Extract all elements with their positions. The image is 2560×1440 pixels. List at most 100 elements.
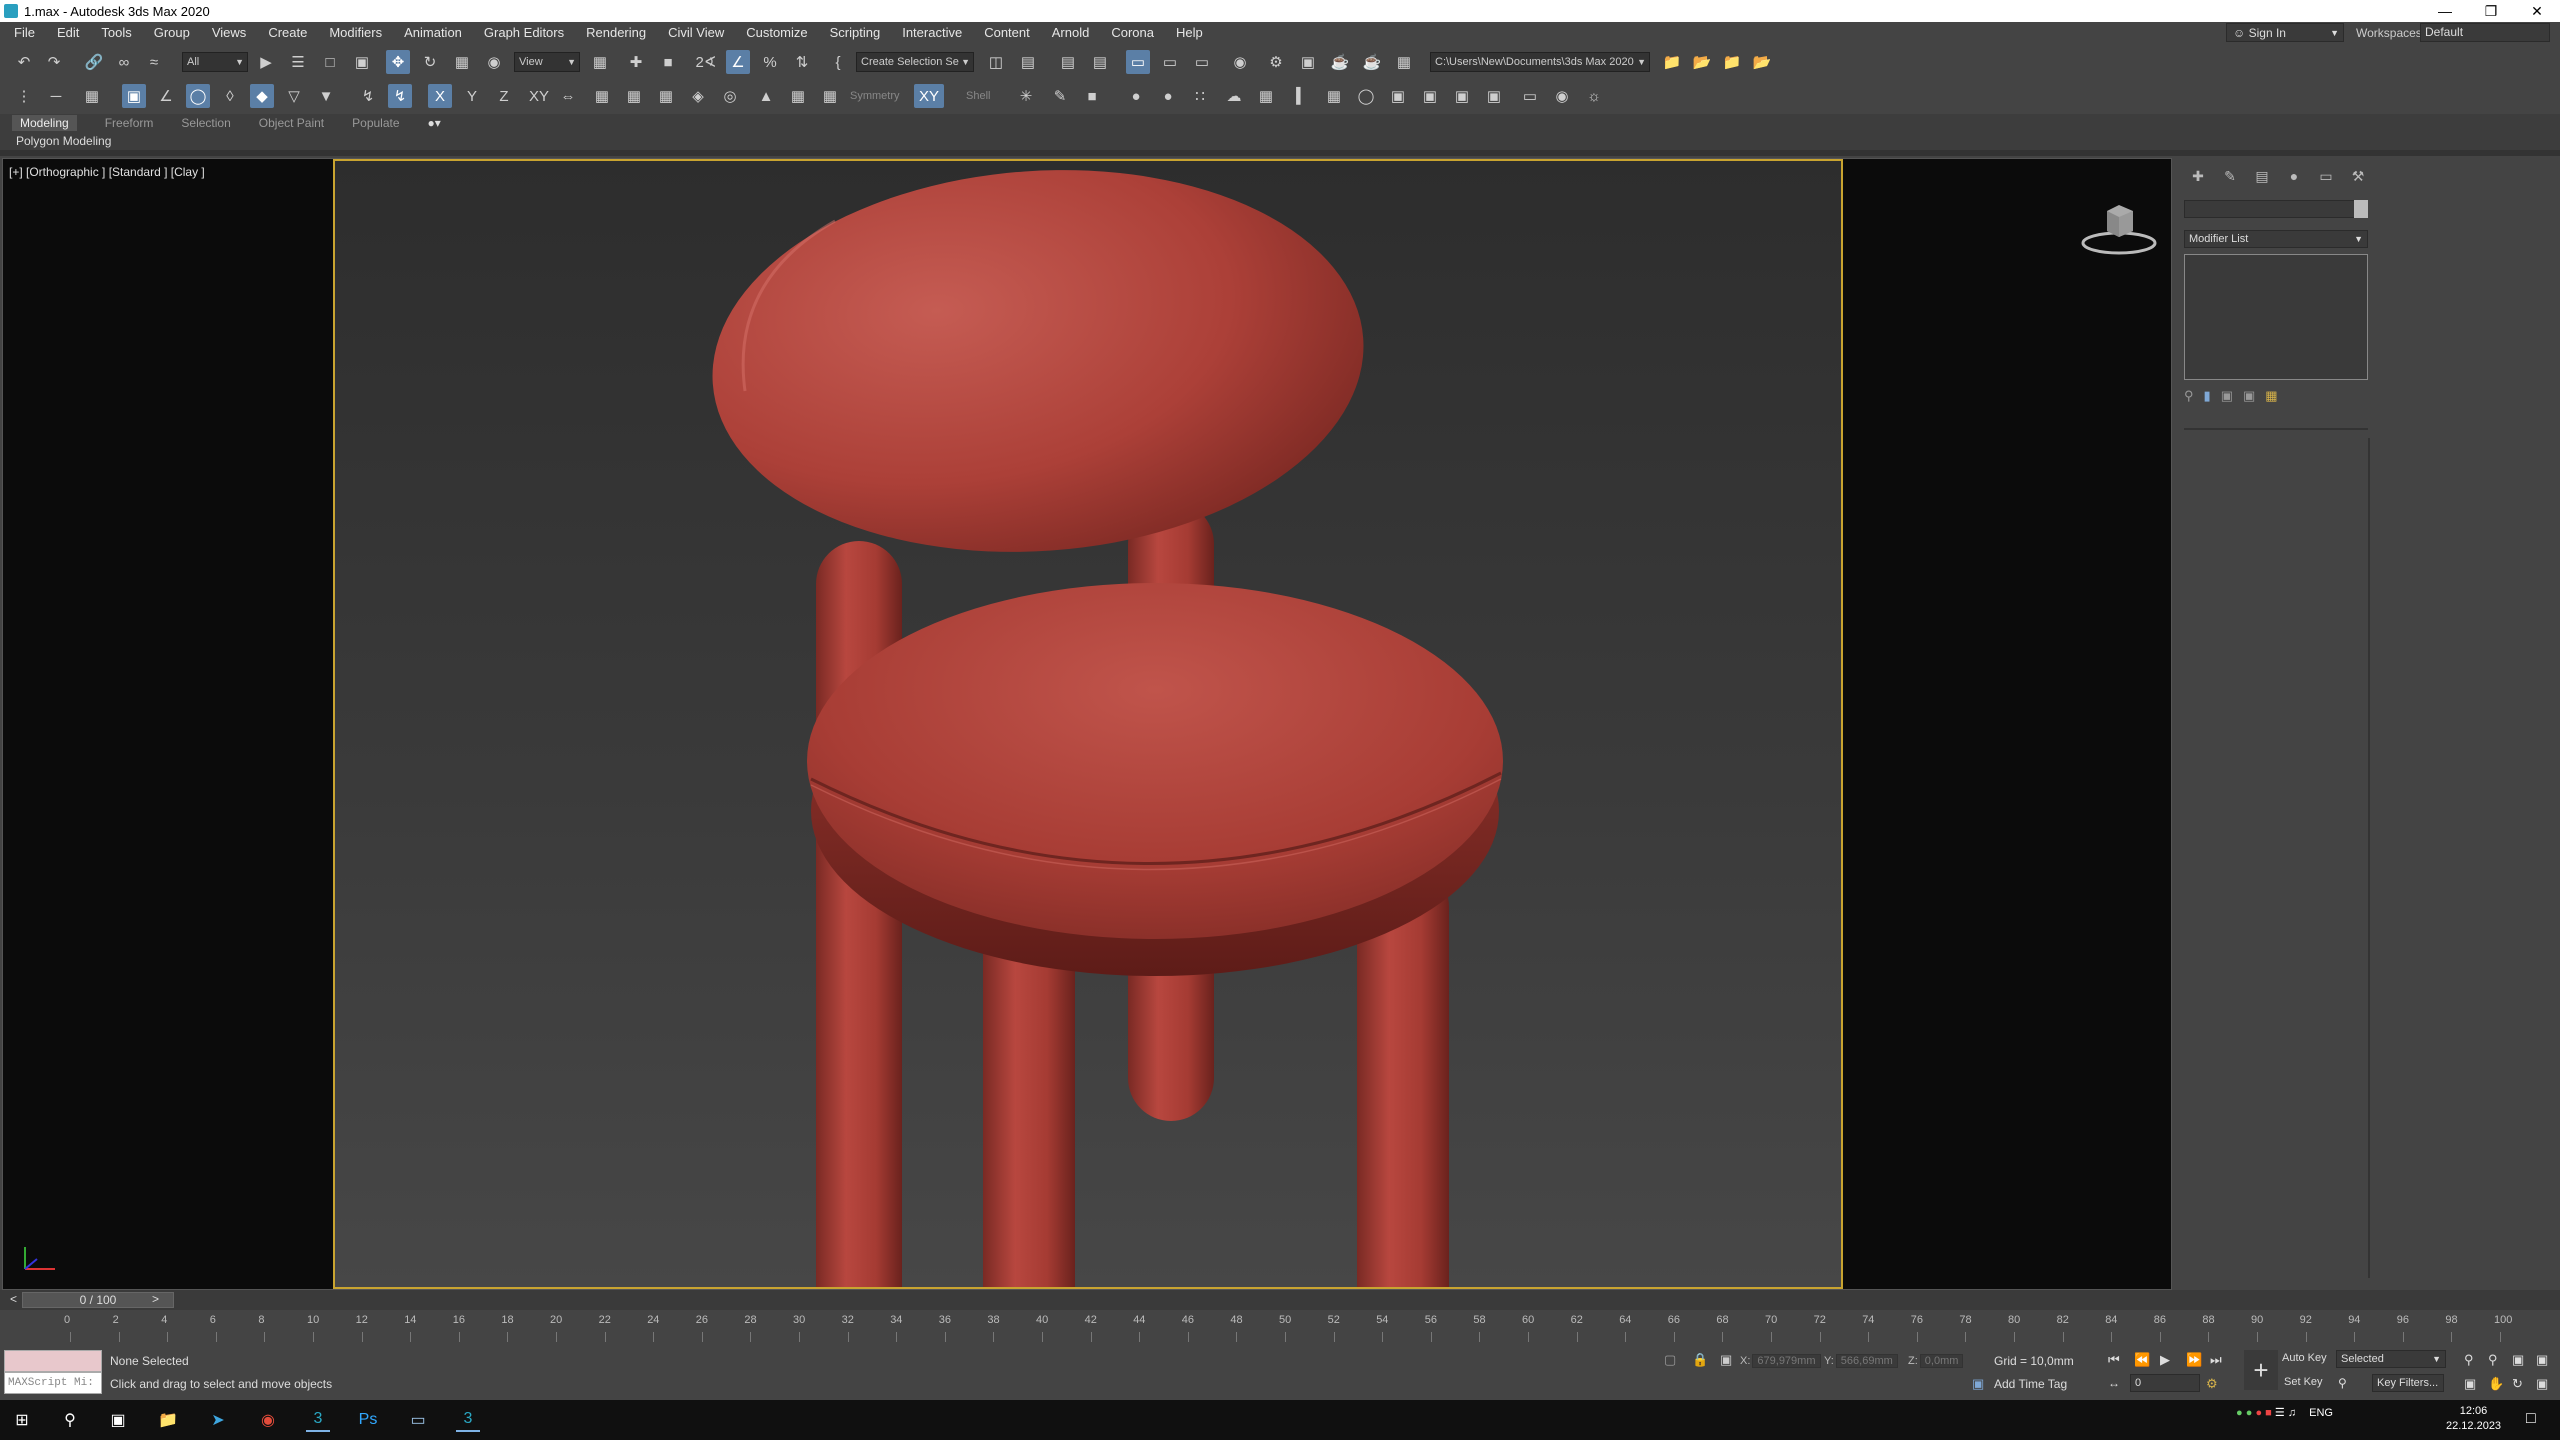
time-tag-icon[interactable]: ▣ [1972,1376,1984,1392]
isolate-icon[interactable]: ▢ [1664,1352,1676,1368]
windows-start-icon[interactable]: ⊞ [10,1408,34,1432]
box-icon[interactable]: ■ [1080,84,1104,108]
window-icon[interactable]: ▭ [406,1408,430,1432]
mesh-smooth-icon[interactable]: ▦ [818,84,842,108]
prev-key-icon[interactable]: ⏪ [2134,1352,2150,1368]
utilities-tab-icon[interactable]: ⚒ [2346,168,2370,188]
3dsmax-taskbar-icon[interactable]: 3 [306,1408,330,1432]
next-key-icon[interactable]: ⏩ [2186,1352,2202,1368]
key-set-dropdown[interactable]: Selected ▼ [2336,1350,2446,1368]
menu-file[interactable]: File [0,22,46,44]
y-value[interactable]: 566,69mm [1835,1354,1898,1368]
chair-model[interactable] [335,161,1841,1287]
time-slider[interactable]: < 0 / 100 > [0,1290,2560,1310]
ribbon-panel-title[interactable]: Polygon Modeling [0,132,2560,150]
select-object-icon[interactable]: ▶ [254,50,278,74]
align-icon[interactable]: ▤ [1016,50,1040,74]
snaps-toggle-icon[interactable]: 2∢ [694,50,718,74]
scale-icon[interactable]: ▦ [450,50,474,74]
bulb-icon[interactable]: ☼ [1582,84,1606,108]
close-button[interactable]: ✕ [2514,0,2560,22]
menu-content[interactable]: Content [973,22,1041,44]
scene-explorer-icon[interactable]: ▤ [1056,50,1080,74]
grip-icon[interactable]: ⋮ [12,84,36,108]
menu-modifiers[interactable]: Modifiers [318,22,393,44]
stack-icon[interactable]: ▣ [1450,84,1474,108]
select-manipulate-icon[interactable]: ✚ [624,50,648,74]
project-folder-icon[interactable]: 📁 [1660,50,1684,74]
maxscript-input[interactable]: MAXScript Mi: [4,1372,102,1394]
clock[interactable]: 12:06 22.12.2023 [2446,1404,2501,1434]
tray-app-icon[interactable]: ● [2236,1407,2243,1419]
timeline-ruler[interactable]: 0 2 4 6 8 10 12 14 16 18 20 22 24 26 28 30 32 34 36 38 40 42 4… [0,1310,2560,1346]
current-frame-field[interactable]: 0 [2130,1374,2200,1392]
flat-icon[interactable]: ▣ [1418,84,1442,108]
particles-icon[interactable]: ∷ [1188,84,1212,108]
tessellate-icon[interactable]: ◈ [686,84,710,108]
bind-spacewarp-icon[interactable]: ≈ [142,50,166,74]
xy-plane-button[interactable]: XY [914,84,944,108]
percent-snap-icon[interactable]: % [758,50,782,74]
play-icon[interactable]: ▶ [2160,1352,2170,1368]
torus-icon[interactable]: ◯ [1354,84,1378,108]
tab-populate[interactable]: Populate [352,116,399,130]
menu-help[interactable]: Help [1165,22,1214,44]
menu-create[interactable]: Create [257,22,318,44]
tab-modeling[interactable]: Modeling [12,115,77,131]
axis-y-button[interactable]: Y [460,84,484,108]
x-value[interactable]: 679,979mm [1752,1354,1821,1368]
go-to-start-icon[interactable]: ⏮ [2108,1352,2120,1368]
brush-icon[interactable]: ✎ [1048,84,1072,108]
menu-customize[interactable]: Customize [735,22,818,44]
language-indicator[interactable]: ENG [2309,1407,2333,1419]
key-filter-icon[interactable]: ⚲ [2338,1376,2347,1390]
tab-object-paint[interactable]: Object Paint [259,116,324,130]
axis-x-button[interactable]: X [428,84,452,108]
render-activeshade-icon[interactable]: ▦ [1392,50,1416,74]
snap-toggle-icon[interactable]: ─ [44,84,68,108]
object-name-field[interactable] [2184,200,2356,218]
rendered-frame-window-icon[interactable]: ▣ [1296,50,1320,74]
table-icon[interactable]: ▦ [1254,84,1278,108]
toggle-ribbon-icon[interactable]: ▭ [1126,50,1150,74]
tab-freeform[interactable]: Freeform [105,116,154,130]
pivot-center-icon[interactable]: ▦ [588,50,612,74]
cap-icon[interactable]: ▦ [654,84,678,108]
key-mode-icon[interactable]: ↔ [2108,1376,2120,1390]
paint-icon[interactable]: ◎ [718,84,742,108]
orbit-icon[interactable]: ↻ [2512,1376,2523,1392]
axis-z-button[interactable]: Z [492,84,516,108]
menu-animation[interactable]: Animation [393,22,473,44]
notifications-icon[interactable]: □ [2526,1410,2536,1428]
menu-views[interactable]: Views [201,22,257,44]
grow-icon[interactable]: ▼ [314,84,338,108]
edit-poly-icon[interactable]: ▦ [80,84,104,108]
symmetry-button[interactable]: Symmetry [850,90,900,102]
make-unique-icon[interactable]: ▣ [2221,388,2233,404]
place-icon[interactable]: ◉ [482,50,506,74]
show-end-result-icon[interactable]: ▮ [2204,388,2211,404]
cut-icon[interactable]: ↯ [388,84,412,108]
restore-button[interactable]: ❐ [2468,0,2514,22]
project-folder-new-icon[interactable]: 📂 [1750,50,1774,74]
layer-explorer-icon[interactable]: ▤ [1088,50,1112,74]
layer-icon[interactable]: ▣ [1482,84,1506,108]
plane-icon[interactable]: ▭ [1518,84,1542,108]
maxscript-listener-top[interactable] [4,1350,102,1372]
chrome-icon[interactable]: ◉ [256,1408,280,1432]
create-tab-icon[interactable]: ✚ [2186,168,2210,188]
absolute-mode-icon[interactable]: ▣ [1720,1352,1732,1368]
project-folder-set-icon[interactable]: 📁 [1720,50,1744,74]
swift-loop-icon[interactable]: ↯ [356,84,380,108]
tab-selection[interactable]: Selection [181,116,230,130]
menu-edit[interactable]: Edit [46,22,90,44]
sign-in-dropdown[interactable]: ☺ Sign In ▼ [2226,23,2344,42]
panel-scrollbar[interactable] [2368,438,2370,1278]
select-by-name-icon[interactable]: ☰ [286,50,310,74]
selection-set-dropdown[interactable]: Create Selection Se ▼ [856,52,974,72]
grid-align-icon[interactable]: ▦ [786,84,810,108]
view-align-icon[interactable]: ▦ [622,84,646,108]
menu-civil-view[interactable]: Civil View [657,22,735,44]
menu-interactive[interactable]: Interactive [891,22,973,44]
z-coordinate[interactable]: Z: 0,0mm [1908,1354,1964,1368]
